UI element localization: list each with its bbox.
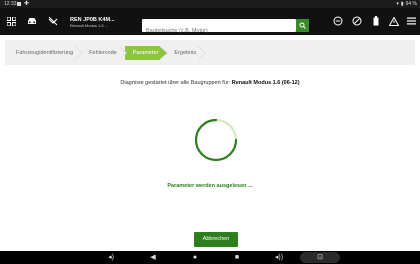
search-icon — [299, 22, 306, 29]
camera-icon[interactable]: ⊡ — [315, 253, 325, 262]
back-icon[interactable]: ◀ — [148, 253, 158, 262]
loading-text: Parameter werden ausgelesen ... — [167, 183, 253, 189]
notification-icon — [17, 2, 21, 6]
no-connection-icon[interactable] — [45, 13, 61, 29]
step-parameter[interactable]: Parameter — [124, 46, 169, 60]
step-breadcrumb: Fahrzeugidentifizierung Fehlercode Param… — [5, 40, 415, 65]
battery-status-icon: ▮ — [400, 1, 404, 7]
vehicle-info[interactable]: REN JP0B K4M... Renault Modus 1.6 ... — [70, 17, 115, 28]
warning-icon[interactable] — [386, 13, 402, 29]
status-time: 12:33 — [4, 1, 17, 7]
minus-circle-icon[interactable] — [330, 13, 346, 29]
car-icon[interactable] — [24, 13, 40, 29]
grid-icon[interactable] — [3, 13, 19, 29]
cancel-button[interactable]: Abbrechen — [194, 232, 238, 247]
main-content: Fahrzeugidentifizierung Fehlercode Param… — [0, 35, 420, 251]
search-box — [142, 19, 296, 38]
status-bar: 12:33 ✚ ▾ ▮ 94 % — [0, 0, 420, 8]
system-nav-bar: ◂) ◀ ● ■ ◂)) ⊡ — [0, 251, 420, 264]
menu-icon[interactable] — [403, 13, 419, 29]
wifi-icon: ▾ — [396, 1, 399, 7]
app-toolbar: REN JP0B K4M... Renault Modus 1.6 ... — [0, 8, 420, 38]
search-button[interactable] — [296, 19, 309, 32]
vehicle-model: Renault Modus 1.6 ... — [70, 23, 109, 28]
loading-spinner — [194, 118, 238, 162]
volume-up-icon[interactable]: ◂)) — [274, 253, 284, 262]
step-fault-code[interactable]: Fehlercode — [81, 46, 127, 60]
step-vehicle-identification[interactable]: Fahrzeugidentifizierung — [10, 46, 84, 60]
recents-icon[interactable]: ■ — [232, 253, 242, 262]
battery-icon[interactable] — [368, 13, 384, 29]
diagnosis-prefix: Diagnose gestartet über alle Baugruppen … — [120, 80, 231, 86]
app-notification-icon: ✚ — [24, 1, 30, 7]
home-icon[interactable]: ● — [190, 253, 200, 262]
diagnosis-vehicle: Renault Modus 1.6 (06-12) — [231, 80, 300, 86]
step-result[interactable]: Ergebnis — [166, 46, 207, 60]
diagnosis-status: Diagnose gestartet über alle Baugruppen … — [0, 80, 420, 86]
battery-level: 94 % — [405, 1, 417, 7]
volume-down-icon[interactable]: ◂) — [106, 253, 116, 262]
gauge-icon[interactable] — [349, 13, 365, 29]
